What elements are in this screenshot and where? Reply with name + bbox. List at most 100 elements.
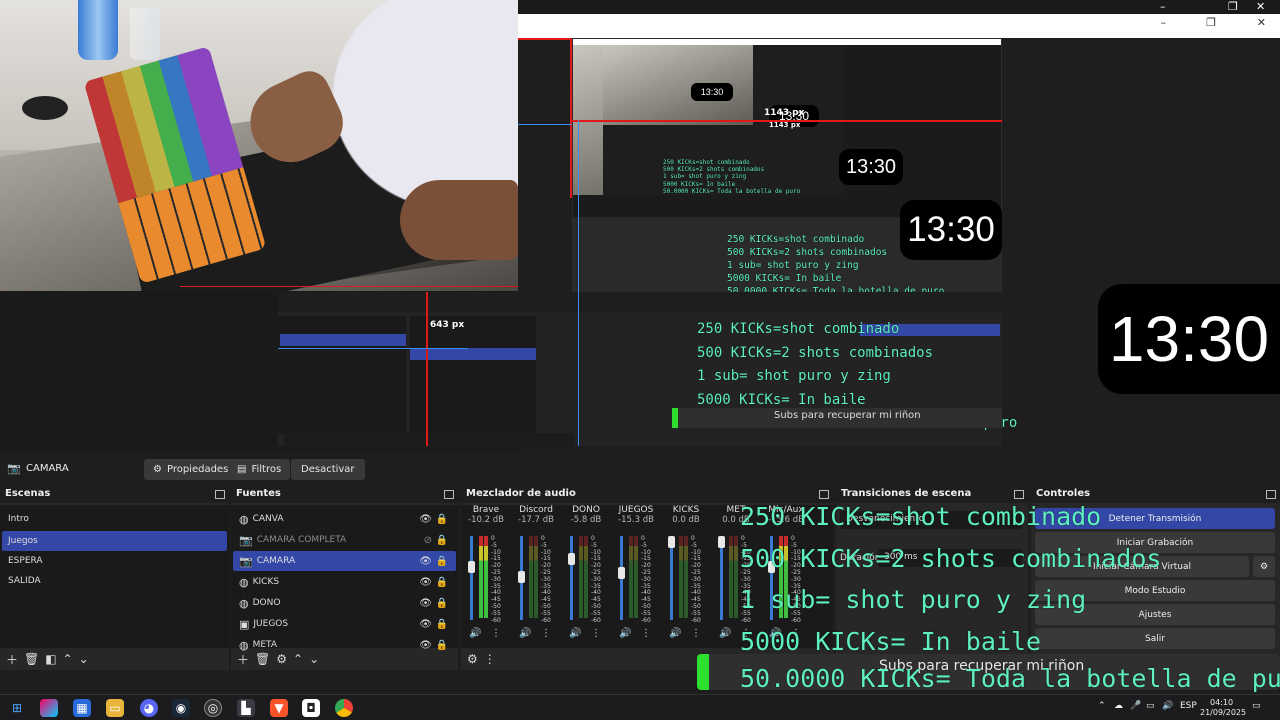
scene-item-espera[interactable]: ESPERA (2, 551, 227, 571)
window-capture-icon: ▣ (239, 617, 250, 631)
scene-item-intro[interactable]: Intro (2, 509, 227, 529)
volume-slider[interactable] (618, 567, 625, 579)
selected-source-name: CAMARA (26, 463, 69, 474)
speaker-icon[interactable]: 🔊 (619, 628, 631, 639)
nested-frame-2: 13:30 13:30 13:30 1143 px 250 KICKs=shot… (572, 38, 1002, 300)
volume-slider[interactable] (518, 571, 525, 583)
chrome-icon[interactable] (335, 699, 353, 717)
clock-medium: 13:30 (900, 200, 1002, 260)
px-label-large: 1143 px (764, 108, 805, 118)
more-icon[interactable]: ⋮ (541, 628, 551, 639)
clock-date[interactable]: 21/09/2025 (1200, 708, 1246, 717)
px-label-nested: 1143 px (769, 121, 801, 129)
eye-hidden-icon[interactable]: ⊘ (424, 535, 432, 546)
clock-large: 13:30 (1098, 284, 1280, 394)
more-icon[interactable]: ⋮ (591, 628, 601, 639)
store-icon[interactable]: ▦ (73, 699, 91, 717)
filters-button[interactable]: ▤ Filtros (228, 459, 291, 480)
move-up-icon[interactable]: ⌃ (293, 652, 303, 666)
eye-icon[interactable]: 👁 (419, 598, 432, 609)
source-item-camara-completa[interactable]: 📷 CAMARA COMPLETA ⊘ 🔒 (233, 530, 456, 550)
volume-slider[interactable] (568, 553, 575, 565)
tray-chevron-icon[interactable]: ⌃ (1098, 701, 1106, 711)
scene-item-salida[interactable]: SALIDA (2, 571, 227, 591)
start-icon[interactable]: ⊞ (8, 699, 26, 717)
discord-icon[interactable]: ◕ (140, 699, 158, 717)
lock-icon[interactable]: 🔒 (436, 556, 448, 567)
source-item-dono[interactable]: ◍ DONO 👁 🔒 (233, 593, 456, 613)
db-scale: 0 -5 -10 -15 -20 -25 -30 -35 -40 -45 -50 -55 -60 (491, 535, 501, 624)
subs-bar-medium: Subs para recuperar mi riñon (672, 408, 1002, 428)
db-scale: 0 -5 -10 -15 -20 -25 -30 -35 -40 -45 -50 -55 -60 (591, 535, 601, 624)
restore-icon[interactable]: ❐ (1228, 0, 1238, 13)
scene-item-juegos[interactable]: Juegos (2, 531, 227, 551)
brave-icon[interactable]: ▼ (270, 699, 288, 717)
undock-icon[interactable] (444, 490, 454, 499)
notifications-icon[interactable]: ▭ (1252, 701, 1261, 711)
volume-slider[interactable] (718, 536, 725, 548)
more-icon[interactable]: ⋮ (641, 628, 651, 639)
source-item-canva[interactable]: ◍ CANVA 👁 🔒 (233, 509, 456, 529)
lock-icon[interactable]: 🔒 (436, 577, 448, 588)
folder-icon[interactable]: ▭ (106, 699, 124, 717)
volume-slider[interactable] (668, 536, 675, 548)
widgets-icon[interactable] (40, 699, 58, 717)
obs-icon[interactable]: ◎ (204, 699, 222, 717)
source-item-camara[interactable]: 📷 CAMARA 👁 🔒 (233, 551, 456, 571)
undock-icon[interactable] (215, 490, 225, 499)
nested-close-icon: ✕ (1256, 16, 1266, 29)
volume-icon[interactable]: 🔊 (1162, 701, 1173, 711)
scene-filters-icon[interactable]: ◧ (45, 652, 56, 666)
onedrive-icon[interactable]: ☁ (1114, 701, 1123, 711)
more-icon[interactable]: ⋮ (691, 628, 701, 639)
clock-time[interactable]: 04:10 (1210, 698, 1233, 707)
source-item-kicks[interactable]: ◍ KICKS 👁 🔒 (233, 572, 456, 592)
speaker-icon[interactable]: 🔊 (719, 628, 731, 639)
source-item-juegos[interactable]: ▣ JUEGOS 👁 🔒 (233, 614, 456, 634)
app-icon[interactable]: ▙ (237, 699, 255, 717)
move-down-icon[interactable]: ⌄ (309, 652, 319, 666)
nested-restore-icon: ❐ (1206, 16, 1216, 29)
lock-icon[interactable]: 🔒 (436, 535, 448, 546)
mixer-settings-icon[interactable]: ⚙ (467, 652, 478, 666)
speaker-icon[interactable]: 🔊 (569, 628, 581, 639)
remove-scene-icon[interactable]: 🗑 (24, 652, 39, 666)
deactivate-button[interactable]: Desactivar (291, 459, 365, 480)
add-source-icon[interactable]: ＋ (237, 651, 249, 668)
mixer-menu-icon[interactable]: ⋮ (484, 652, 496, 666)
move-up-icon[interactable]: ⌃ (63, 652, 73, 666)
microphone-icon[interactable]: 🎤 (1130, 701, 1141, 711)
source-properties-icon[interactable]: ⚙ (276, 652, 287, 666)
steam-icon[interactable]: ◉ (172, 699, 190, 717)
eye-icon[interactable]: 👁 (419, 514, 432, 525)
speaker-icon[interactable]: 🔊 (519, 628, 531, 639)
sources-dock: Fuentes ◍ CANVA 👁 🔒 📷 CAMARA COMPLETA ⊘ 🔒 📷 C… (231, 487, 458, 670)
lock-icon[interactable]: 🔒 (436, 514, 448, 525)
browser-icon: ◍ (239, 512, 249, 526)
close-icon[interactable]: ✕ (1256, 0, 1265, 13)
speaker-icon[interactable]: 🔊 (669, 628, 681, 639)
move-down-icon[interactable]: ⌄ (79, 652, 89, 666)
add-scene-icon[interactable]: ＋ (6, 651, 18, 668)
remove-source-icon[interactable]: 🗑 (255, 652, 270, 666)
eye-icon[interactable]: 👁 (419, 577, 432, 588)
mixer-channel: Discord -17.7 dB 0 -5 -10 -15 -20 -25 -30 -35 -40… (518, 505, 554, 639)
lock-icon[interactable]: 🔒 (436, 598, 448, 609)
camera-icon: 📷 (7, 462, 21, 475)
scenes-title: Escenas (0, 487, 229, 503)
eye-icon[interactable]: 👁 (419, 619, 432, 630)
lock-icon[interactable]: 🔒 (436, 619, 448, 630)
speaker-icon[interactable]: 🔊 (469, 628, 481, 639)
mixer-channel: Brave -10.2 dB 0 -5 -10 -15 -20 -25 -30 -35 -40 -4… (468, 505, 504, 639)
properties-button[interactable]: ⚙ Propiedades (144, 459, 238, 480)
eye-icon[interactable]: 👁 (419, 556, 432, 567)
more-icon[interactable]: ⋮ (491, 628, 501, 639)
browser-icon: ◍ (239, 596, 249, 610)
app2-icon[interactable]: ◘ (302, 699, 320, 717)
language-indicator[interactable]: ESP (1180, 701, 1197, 711)
volume-slider[interactable] (468, 561, 475, 573)
network-icon[interactable]: ▭ (1146, 701, 1155, 711)
minimize-icon[interactable]: – (1160, 0, 1166, 13)
program-preview[interactable]: – ❐ ✕ 13:30 13:30 13:30 1143 px 250 KICK… (0, 0, 1280, 452)
mixer-channel: JUEGOS -15.3 dB 0 -5 -10 -15 -20 -25 -30 -35 -40-… (618, 505, 654, 639)
